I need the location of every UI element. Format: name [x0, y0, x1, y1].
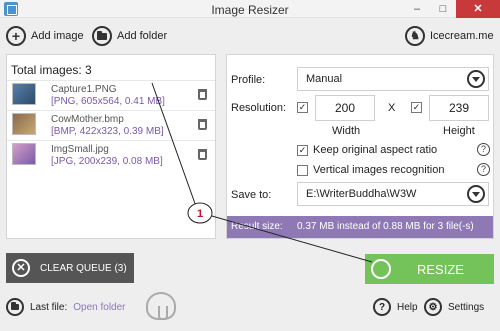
vertical-help-icon[interactable]: ? [477, 163, 490, 176]
folder-icon [92, 26, 112, 46]
save-to-select[interactable]: E:\WriterBuddha\W3W [297, 182, 489, 206]
clear-queue-button[interactable]: ✕ CLEAR QUEUE (3) [6, 253, 134, 283]
folder-icon [6, 298, 24, 316]
resize-icon [371, 259, 391, 279]
profile-select[interactable]: Manual [297, 67, 489, 91]
add-folder-button[interactable]: Add folder [92, 25, 167, 47]
file-list-panel: Total images: 3 Capture1.PNG [PNG, 605x5… [6, 54, 216, 239]
trash-icon[interactable] [198, 119, 207, 130]
total-images-label: Total images: 3 [11, 63, 92, 77]
app-window: Image Resizer – □ ✕ + Add image Add fold… [0, 0, 500, 331]
icecream-link-label: Icecream.me [430, 30, 494, 42]
close-button[interactable]: ✕ [456, 0, 500, 18]
keep-aspect-label: Keep original aspect ratio [313, 144, 438, 156]
help-label: Help [397, 301, 418, 313]
icecream-logo-icon: ♞ [405, 26, 425, 46]
file-name: CowMother.bmp [51, 114, 124, 125]
plus-icon: + [6, 26, 26, 46]
maximize-button[interactable]: □ [430, 0, 456, 18]
add-image-label: Add image [31, 30, 84, 42]
last-file-label: Last file: [30, 301, 68, 313]
dimension-separator: X [388, 102, 396, 114]
chevron-down-icon [467, 70, 485, 88]
save-to-value: E:\WriterBuddha\W3W [306, 188, 417, 200]
profile-value: Manual [306, 73, 343, 85]
settings-panel: Profile: Manual Resolution: ✓ 200 X ✓ 23… [226, 54, 494, 239]
height-input[interactable]: 239 [429, 95, 489, 121]
width-input[interactable]: 200 [315, 95, 375, 121]
add-folder-label: Add folder [117, 30, 168, 42]
elephant-mascot-icon [146, 292, 176, 320]
clear-queue-label: CLEAR QUEUE (3) [40, 262, 127, 274]
aspect-help-icon[interactable]: ? [477, 143, 490, 156]
file-thumbnail [12, 83, 36, 105]
file-list-item[interactable]: CowMother.bmp [BMP, 422x323, 0.39 MB] [7, 110, 215, 138]
title-bar: Image Resizer – □ ✕ [0, 0, 500, 18]
height-caption: Height [443, 125, 475, 137]
toolbar: + Add image Add folder ♞ Icecream.me [0, 19, 500, 51]
resolution-label: Resolution: [231, 102, 287, 114]
settings-button[interactable]: ⚙ Settings [424, 298, 484, 316]
trash-icon[interactable] [198, 149, 207, 160]
open-folder-link[interactable]: Open folder [73, 302, 125, 313]
add-image-button[interactable]: + Add image [6, 25, 84, 47]
result-size-label: Result size: [231, 221, 283, 232]
result-size-value: 0.37 MB instead of 0.88 MB for 3 file(-s… [297, 221, 474, 232]
resize-button[interactable]: RESIZE [365, 254, 494, 284]
minimize-button[interactable]: – [404, 0, 430, 18]
width-caption: Width [332, 125, 361, 137]
last-file-group: Last file: Open folder [6, 298, 126, 316]
save-to-label: Save to: [231, 189, 272, 201]
file-list-item[interactable]: Capture1.PNG [PNG, 605x564, 0.41 MB] [7, 80, 215, 108]
file-info: [BMP, 422x323, 0.39 MB] [51, 126, 164, 137]
height-checkbox[interactable]: ✓ [411, 102, 422, 113]
file-info: [PNG, 605x564, 0.41 MB] [51, 96, 165, 107]
icecream-link[interactable]: ♞ Icecream.me [405, 25, 494, 47]
help-icon: ? [373, 298, 391, 316]
vertical-recognition-label: Vertical images recognition [313, 164, 445, 176]
gear-icon: ⚙ [424, 298, 442, 316]
file-list-item[interactable]: ImgSmall.jpg [JPG, 200x239, 0.08 MB] [7, 140, 215, 168]
width-checkbox[interactable]: ✓ [297, 102, 308, 113]
trash-icon[interactable] [198, 89, 207, 100]
help-button[interactable]: ? Help [373, 298, 418, 316]
keep-aspect-checkbox[interactable]: ✓ [297, 145, 308, 156]
file-name: Capture1.PNG [51, 84, 117, 95]
settings-label: Settings [448, 301, 485, 313]
file-info: [JPG, 200x239, 0.08 MB] [51, 156, 163, 167]
result-size-bar: Result size: 0.37 MB instead of 0.88 MB … [227, 216, 493, 238]
resize-label: RESIZE [417, 261, 464, 277]
vertical-recognition-checkbox[interactable] [297, 165, 308, 176]
footer: Last file: Open folder ? Help ⚙ Settings [0, 296, 500, 326]
close-circle-icon: ✕ [12, 259, 30, 277]
file-name: ImgSmall.jpg [51, 144, 109, 155]
file-thumbnail [12, 113, 36, 135]
profile-label: Profile: [231, 74, 266, 86]
file-thumbnail [12, 143, 36, 165]
chevron-down-icon [467, 185, 485, 203]
